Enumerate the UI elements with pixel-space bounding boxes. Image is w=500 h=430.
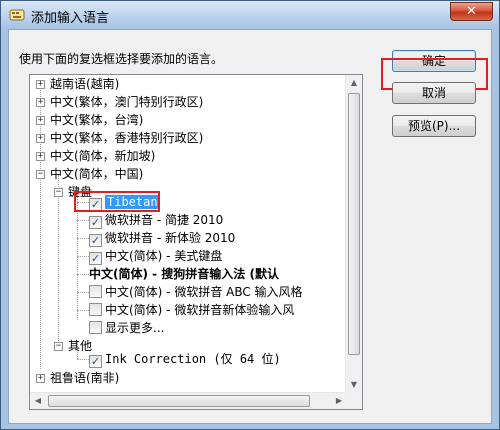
horizontal-scrollbar[interactable]: ◀ ▶ (30, 392, 347, 409)
scroll-up-arrow-icon[interactable]: ▲ (346, 75, 362, 91)
expand-icon[interactable]: + (36, 116, 45, 125)
tree-node-keyboard[interactable]: 中文(简体) - 微软拼音新体验输入风 (89, 301, 294, 319)
tree-node-keyboard[interactable]: ✓ 微软拼音 - 简捷 2010 (89, 211, 223, 229)
scroll-corner (345, 392, 362, 409)
tree-line (77, 310, 89, 311)
language-label: 中文(繁体，香港特别行政区) (50, 131, 204, 145)
keyboard-label-default: 中文(简体) - 搜狗拼音输入法 (默认 (89, 267, 279, 281)
checkbox-checked[interactable]: ✓ (89, 355, 102, 368)
tree-node-language[interactable]: + 中文(繁体，台湾) (36, 111, 143, 129)
scroll-down-arrow-icon[interactable]: ▼ (346, 377, 362, 393)
tree-line (77, 274, 89, 275)
language-label: 中文(简体，中国) (50, 167, 144, 181)
scroll-left-arrow-icon[interactable]: ◀ (30, 393, 46, 409)
vertical-scroll-thumb[interactable] (348, 93, 360, 355)
expand-icon[interactable]: + (36, 374, 45, 383)
language-label: 中文(繁体，澳门特别行政区) (50, 95, 204, 109)
language-label: 越南语(越南) (50, 77, 120, 91)
show-more-label: 显示更多... (105, 321, 165, 335)
tree-line (77, 292, 89, 293)
checkbox-unchecked[interactable] (89, 321, 102, 334)
preview-button[interactable]: 预览(P)... (392, 115, 476, 137)
tree-node-language[interactable]: − 中文(简体，中国) (36, 165, 143, 183)
collapse-icon[interactable]: − (54, 342, 63, 351)
keyboard-label: 微软拼音 - 新体验 2010 (105, 231, 236, 245)
keyboard-label: 中文(简体) - 微软拼音 ABC 输入风格 (105, 285, 303, 299)
highlight-annotation (74, 191, 160, 212)
keyboard-label: 中文(简体) - 美式键盘 (105, 249, 223, 263)
tree-line (77, 256, 89, 257)
tree-line (77, 359, 89, 360)
checkbox-unchecked[interactable] (89, 303, 102, 316)
checkbox-checked[interactable]: ✓ (89, 252, 102, 265)
title-bar[interactable]: 添加输入语言 ✕ (1, 1, 499, 29)
expand-icon[interactable]: + (36, 80, 45, 89)
tree-node-other-item[interactable]: ✓ Ink Correction (仅 64 位) (89, 350, 281, 368)
language-label: 祖鲁语(南非) (50, 371, 120, 385)
tree-node-keyboard[interactable]: ✓ 中文(简体) - 美式键盘 (89, 247, 222, 265)
tree-node-language[interactable]: + 越南语(越南) (36, 75, 119, 93)
checkbox-checked[interactable]: ✓ (89, 216, 102, 229)
collapse-icon[interactable]: − (36, 170, 45, 179)
tree-node-keyboard-default[interactable]: 中文(简体) - 搜狗拼音输入法 (默认 (89, 265, 279, 283)
close-button[interactable]: ✕ (450, 2, 493, 21)
tree-line (77, 220, 89, 221)
vertical-scrollbar[interactable]: ▲ ▼ (345, 75, 362, 393)
tree-node-language[interactable]: + 中文(繁体，澳门特别行政区) (36, 93, 203, 111)
dialog-window: 添加输入语言 ✕ 使用下面的复选框选择要添加的语言。 + 越南语(越南) + 中… (0, 0, 500, 430)
cancel-button[interactable]: 取消 (392, 82, 476, 104)
collapse-icon[interactable]: − (54, 188, 63, 197)
dialog-client-area: 使用下面的复选框选择要添加的语言。 + 越南语(越南) + 中文(繁体，澳门特别… (8, 29, 492, 424)
tree-node-language[interactable]: + 中文(繁体，香港特别行政区) (36, 129, 203, 147)
keyboard-language-icon (9, 9, 25, 21)
tree-node-language[interactable]: + 祖鲁语(南非) (36, 369, 119, 387)
tree-node-other-group[interactable]: − 其他 (54, 337, 92, 355)
window-title: 添加输入语言 (31, 11, 110, 26)
checkbox-unchecked[interactable] (89, 285, 102, 298)
tree-node-keyboard[interactable]: ✓ 微软拼音 - 新体验 2010 (89, 229, 235, 247)
checkbox-checked[interactable]: ✓ (89, 234, 102, 247)
tree-node-show-more[interactable]: 显示更多... (89, 319, 164, 337)
language-label: 中文(简体，新加坡) (50, 149, 156, 163)
instruction-text: 使用下面的复选框选择要添加的语言。 (19, 52, 224, 66)
language-tree[interactable]: + 越南语(越南) + 中文(繁体，澳门特别行政区) + 中文(繁体，台湾) +… (29, 74, 363, 410)
expand-icon[interactable]: + (36, 152, 45, 161)
tree-line (77, 238, 89, 239)
expand-icon[interactable]: + (36, 98, 45, 107)
tree-node-language[interactable]: + 中文(简体，新加坡) (36, 147, 155, 165)
keyboard-label: 中文(简体) - 微软拼音新体验输入风 (105, 303, 295, 317)
horizontal-scroll-thumb[interactable] (48, 395, 310, 407)
expand-icon[interactable]: + (36, 134, 45, 143)
other-item-label: Ink Correction (仅 64 位) (105, 352, 281, 366)
close-icon: ✕ (466, 4, 477, 19)
language-label: 中文(繁体，台湾) (50, 113, 144, 127)
keyboard-label: 微软拼音 - 简捷 2010 (105, 213, 224, 227)
tree-node-keyboard[interactable]: 中文(简体) - 微软拼音 ABC 输入风格 (89, 283, 303, 301)
tree-viewport: + 越南语(越南) + 中文(繁体，澳门特别行政区) + 中文(繁体，台湾) +… (30, 75, 347, 393)
